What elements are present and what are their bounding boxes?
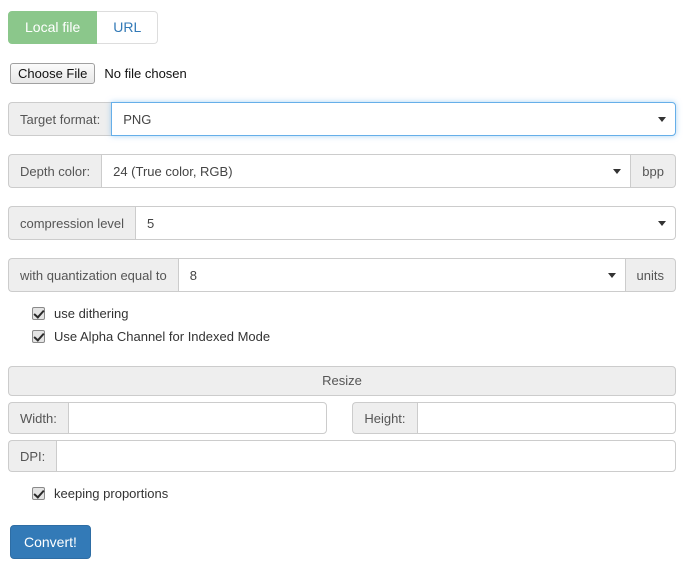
compression-level-label: compression level (8, 206, 136, 240)
resize-section: Resize Width: Height: DPI: (8, 366, 677, 472)
alpha-channel-row: Use Alpha Channel for Indexed Mode (8, 329, 676, 344)
source-tabs: Local file URL (8, 8, 676, 44)
depth-color-group: Depth color: 24 (True color, RGB) bpp (8, 154, 676, 188)
target-format-label: Target format: (8, 102, 112, 136)
chevron-down-icon (658, 221, 666, 226)
choose-file-button[interactable]: Choose File (10, 63, 96, 84)
file-name-status: No file chosen (104, 66, 187, 81)
width-label: Width: (8, 402, 68, 434)
height-label: Height: (352, 402, 417, 434)
alpha-channel-checkbox[interactable] (32, 330, 45, 343)
keeping-proportions-row: keeping proportions (8, 486, 676, 501)
tab-local-file-label: Local file (25, 19, 81, 35)
depth-color-value: 24 (True color, RGB) (113, 163, 233, 179)
quantization-value: 8 (189, 267, 197, 283)
height-input[interactable] (416, 402, 677, 434)
dpi-input[interactable] (56, 440, 676, 472)
quantization-select[interactable]: 8 (177, 258, 626, 292)
compression-level-value: 5 (147, 215, 155, 231)
converter-form: Local file URL Choose File No file chose… (0, 0, 684, 559)
depth-color-unit: bpp (631, 154, 676, 188)
use-dithering-checkbox[interactable] (32, 307, 45, 320)
alpha-channel-label: Use Alpha Channel for Indexed Mode (54, 329, 271, 344)
quantization-group: with quantization equal to 8 units (8, 258, 676, 292)
use-dithering-label: use dithering (54, 306, 129, 321)
chevron-down-icon (613, 169, 622, 174)
dpi-label: DPI: (8, 440, 57, 472)
tab-local-file[interactable]: Local file (8, 11, 98, 44)
quantization-unit: units (625, 258, 676, 292)
depth-color-select[interactable]: 24 (True color, RGB) (101, 154, 632, 188)
keeping-proportions-checkbox[interactable] (32, 487, 45, 500)
chevron-down-icon (607, 273, 616, 278)
compression-level-group: compression level 5 (8, 206, 676, 240)
target-format-select[interactable]: PNG (111, 102, 676, 136)
depth-color-label: Depth color: (8, 154, 102, 188)
chevron-down-icon (658, 117, 666, 122)
target-format-value: PNG (123, 111, 152, 127)
tab-url-label: URL (113, 19, 142, 35)
use-dithering-row: use dithering (8, 306, 676, 321)
width-input[interactable] (67, 402, 328, 434)
resize-dpi-row: DPI: (8, 440, 676, 472)
quantization-label: with quantization equal to (8, 258, 178, 292)
keeping-proportions-label: keeping proportions (54, 486, 169, 501)
compression-level-select[interactable]: 5 (135, 206, 676, 240)
file-upload-row: Choose File No file chosen (8, 63, 676, 84)
target-format-group: Target format: PNG (8, 102, 676, 136)
resize-section-title: Resize (8, 366, 676, 396)
field-spacer (327, 402, 352, 434)
convert-button[interactable]: Convert! (10, 525, 91, 559)
tab-url[interactable]: URL (97, 11, 159, 44)
resize-dimensions-row: Width: Height: (8, 402, 677, 434)
